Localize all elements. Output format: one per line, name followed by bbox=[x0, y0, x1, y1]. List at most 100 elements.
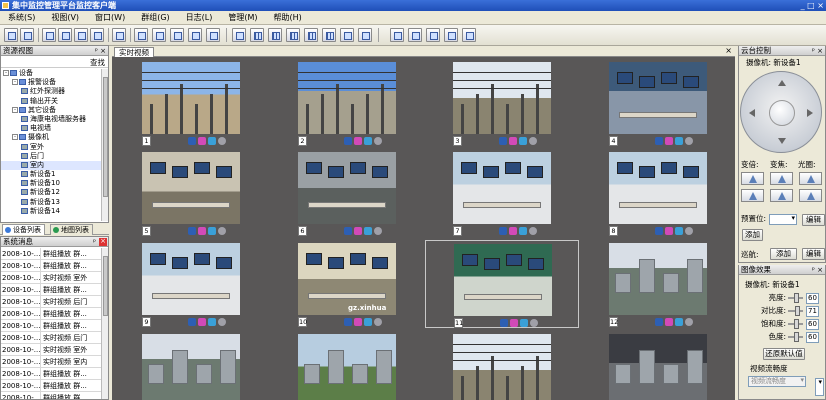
settings-icon[interactable] bbox=[685, 137, 693, 145]
toolbar-split-icon[interactable] bbox=[426, 28, 440, 42]
snapshot-icon[interactable] bbox=[208, 137, 216, 145]
toolbar-map-icon[interactable] bbox=[20, 28, 34, 42]
settings-icon[interactable] bbox=[374, 137, 382, 145]
video-cell[interactable]: 1 bbox=[114, 59, 268, 147]
tab-map-list[interactable]: 地图列表 bbox=[50, 224, 93, 235]
video-feed[interactable] bbox=[454, 244, 552, 316]
settings-icon[interactable] bbox=[218, 137, 226, 145]
zoom-icon[interactable] bbox=[354, 227, 362, 235]
menu-log[interactable]: 日志(L) bbox=[178, 11, 221, 25]
preset-edit-button[interactable]: 编辑 bbox=[802, 214, 825, 226]
focus-far-button[interactable] bbox=[770, 189, 793, 202]
message-row[interactable]: 2008-10-... 实时视频 后门 bbox=[1, 296, 101, 308]
speaker-icon[interactable] bbox=[344, 137, 352, 145]
video-feed[interactable] bbox=[142, 152, 240, 224]
effect-slider[interactable] bbox=[788, 293, 803, 303]
stream-smoothness-select[interactable]: 视频流畅度 bbox=[748, 376, 806, 387]
message-row[interactable]: 2008-10-... 群组播放 群... bbox=[1, 380, 101, 392]
zoom-icon[interactable] bbox=[198, 318, 206, 326]
video-feed[interactable] bbox=[298, 152, 396, 224]
effect-value[interactable]: 71 bbox=[806, 306, 819, 317]
tour-add-button[interactable]: 添加 bbox=[770, 248, 797, 260]
video-feed[interactable] bbox=[142, 62, 240, 134]
toolbar-search-icon[interactable] bbox=[112, 28, 126, 42]
video-cell[interactable]: 9 bbox=[114, 240, 268, 328]
message-row[interactable]: 2008-10-... 实时视频 室外 bbox=[1, 344, 101, 356]
message-row[interactable]: 2008-10-... 实时视频 后门 bbox=[1, 332, 101, 344]
video-feed[interactable]: gz.xinhua bbox=[298, 243, 396, 315]
tree-expander-icon[interactable]: - bbox=[12, 79, 18, 86]
video-feed[interactable] bbox=[298, 334, 396, 400]
ptz-direction-pad[interactable] bbox=[740, 71, 822, 153]
speaker-icon[interactable] bbox=[188, 227, 196, 235]
toolbar-play-icon[interactable] bbox=[206, 28, 220, 42]
tree-expander-icon[interactable]: - bbox=[12, 134, 18, 141]
layout-3x3-icon[interactable] bbox=[268, 28, 282, 42]
toolbar-config-icon[interactable] bbox=[90, 28, 104, 42]
tree-node[interactable]: 室内 bbox=[1, 160, 101, 171]
close-icon[interactable]: × bbox=[99, 238, 107, 246]
tree-node[interactable]: - 报警设备 bbox=[1, 78, 101, 87]
video-feed[interactable] bbox=[609, 334, 707, 400]
video-feed[interactable] bbox=[609, 62, 707, 134]
message-row[interactable]: 2008-10-... 群组播放 群... bbox=[1, 320, 101, 332]
settings-icon[interactable] bbox=[530, 319, 538, 327]
zoom-icon[interactable] bbox=[198, 137, 206, 145]
arrow-down-icon[interactable] bbox=[778, 138, 786, 148]
toolbar-group-icon[interactable] bbox=[188, 28, 202, 42]
zoom-icon[interactable] bbox=[509, 227, 517, 235]
tree-node[interactable]: 新设备13 bbox=[1, 198, 101, 207]
focus-near-button[interactable] bbox=[770, 172, 793, 185]
slider-thumb[interactable] bbox=[794, 293, 799, 303]
message-row[interactable]: 2008-10-... 实时视频 室内 bbox=[1, 356, 101, 368]
snapshot-icon[interactable] bbox=[519, 137, 527, 145]
video-cell[interactable] bbox=[581, 331, 735, 400]
effect-value[interactable]: 60 bbox=[806, 293, 819, 304]
menu-view[interactable]: 视图(V) bbox=[43, 11, 87, 25]
video-cell[interactable]: 12 bbox=[581, 240, 735, 328]
tree-node[interactable]: - 设备 bbox=[1, 69, 101, 78]
tree-node[interactable]: 电视墙 bbox=[1, 124, 101, 133]
video-feed[interactable] bbox=[142, 334, 240, 400]
message-row[interactable]: 2008-10-... 实时视频 室外 bbox=[1, 272, 101, 284]
pin-icon[interactable]: ᵖ × bbox=[95, 46, 106, 55]
layout-1x1-icon[interactable] bbox=[232, 28, 246, 42]
speaker-icon[interactable] bbox=[499, 227, 507, 235]
layout-6x6-icon[interactable] bbox=[322, 28, 336, 42]
settings-icon[interactable] bbox=[529, 227, 537, 235]
tree-node[interactable]: 新设备12 bbox=[1, 188, 101, 197]
tab-device-list[interactable]: 设备列表 bbox=[2, 224, 45, 235]
video-cell[interactable]: 3 bbox=[425, 59, 579, 147]
video-feed[interactable] bbox=[609, 243, 707, 315]
toolbar-report-icon[interactable] bbox=[74, 28, 88, 42]
speaker-icon[interactable] bbox=[655, 137, 663, 145]
zoom-icon[interactable] bbox=[354, 137, 362, 145]
settings-icon[interactable] bbox=[218, 227, 226, 235]
message-scrollbar[interactable] bbox=[101, 248, 108, 399]
toolbar-snapshot-icon[interactable] bbox=[390, 28, 404, 42]
settings-icon[interactable] bbox=[374, 227, 382, 235]
toolbar-log-icon[interactable] bbox=[58, 28, 72, 42]
tree-node[interactable]: 新设备1 bbox=[1, 170, 101, 179]
toolbar-camera-icon[interactable] bbox=[152, 28, 166, 42]
zoom-in-button[interactable] bbox=[741, 172, 764, 185]
settings-icon[interactable] bbox=[685, 227, 693, 235]
zoom-icon[interactable] bbox=[509, 137, 517, 145]
video-cell[interactable] bbox=[425, 331, 579, 400]
tree-expander-icon[interactable]: - bbox=[3, 70, 9, 76]
settings-icon[interactable] bbox=[529, 137, 537, 145]
message-row[interactable]: 2008-10-... 群组播放 群... bbox=[1, 392, 101, 399]
zoom-icon[interactable] bbox=[665, 137, 673, 145]
tree-scrollbar-thumb[interactable] bbox=[103, 77, 108, 197]
tour-edit-button[interactable]: 编辑 bbox=[802, 248, 825, 260]
snapshot-icon[interactable] bbox=[520, 319, 528, 327]
layout-5x5-icon[interactable] bbox=[304, 28, 318, 42]
toolbar-wall-icon[interactable] bbox=[170, 28, 184, 42]
message-row[interactable]: 2008-10-... 群组播放 群... bbox=[1, 308, 101, 320]
video-cell[interactable]: 5 bbox=[114, 149, 268, 237]
video-feed[interactable] bbox=[453, 334, 551, 400]
snapshot-icon[interactable] bbox=[364, 137, 372, 145]
speaker-icon[interactable] bbox=[500, 319, 508, 327]
zoom-icon[interactable] bbox=[665, 227, 673, 235]
snapshot-icon[interactable] bbox=[675, 227, 683, 235]
